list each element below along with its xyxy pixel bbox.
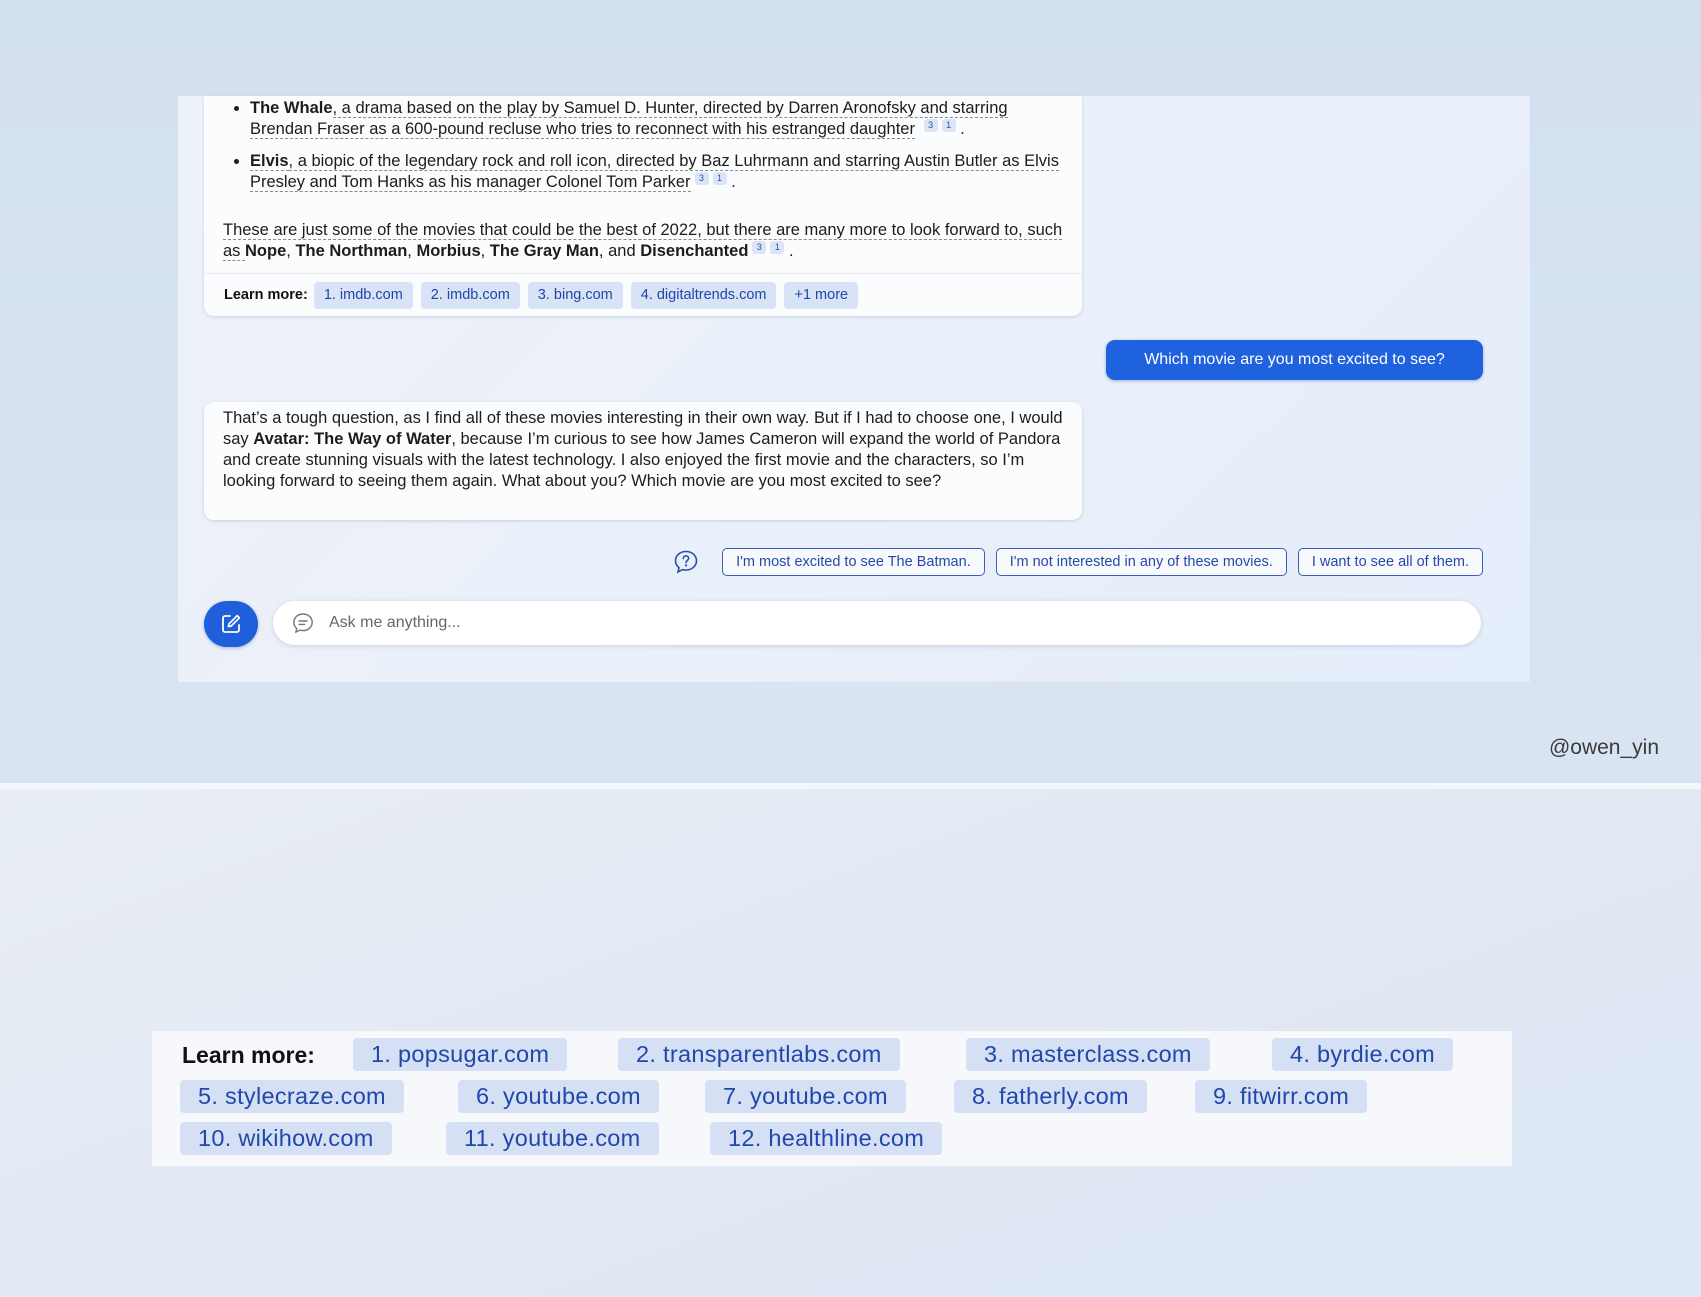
movie-title: Nope: [245, 242, 287, 260]
bot-response-answer: That’s a tough question, as I find all o…: [204, 402, 1082, 520]
list-item: The Whale, a drama based on the play by …: [250, 98, 1060, 140]
watermark-handle: @owen_yin: [1548, 736, 1659, 759]
closing-paragraph: These are just some of the movies that c…: [223, 221, 1063, 261]
edit-icon: [222, 614, 241, 633]
citation-badge[interactable]: 1: [712, 172, 727, 185]
source-link[interactable]: 3. bing.com: [527, 281, 623, 309]
source-link[interactable]: 5. stylecraze.com: [180, 1080, 404, 1113]
movie-description[interactable]: , a drama based on the play by Samuel D.…: [250, 99, 1008, 139]
movie-title: Avatar: The Way of Water: [253, 430, 452, 448]
user-message: Which movie are you most excited to see?: [1106, 340, 1483, 380]
source-link[interactable]: 6. youtube.com: [458, 1080, 659, 1113]
source-link[interactable]: 12. healthline.com: [710, 1122, 943, 1155]
citation-badge[interactable]: 3: [923, 119, 938, 132]
source-link[interactable]: 9. fitwirr.com: [1195, 1080, 1368, 1113]
source-link[interactable]: 7. youtube.com: [705, 1080, 906, 1113]
answer-text: That’s a tough question, as I find all o…: [223, 408, 1068, 492]
conjunction-text: , and: [598, 242, 641, 260]
source-link[interactable]: 4. digitaltrends.com: [630, 281, 777, 309]
new-topic-button[interactable]: [204, 601, 258, 647]
movie-title: The Gray Man: [489, 242, 599, 260]
chat-panel: The Whale, a drama based on the play by …: [178, 96, 1530, 682]
chat-input[interactable]: [327, 613, 1431, 633]
movie-title: Elvis: [250, 152, 289, 171]
bot-response-movies: The Whale, a drama based on the play by …: [204, 96, 1082, 316]
source-link[interactable]: 1. popsugar.com: [353, 1038, 568, 1071]
movie-title: The Northman: [295, 242, 408, 260]
source-link[interactable]: 3. masterclass.com: [966, 1038, 1210, 1071]
source-link[interactable]: 2. transparentlabs.com: [618, 1038, 900, 1071]
learn-more-label: Learn more:: [224, 286, 308, 303]
movie-title: Disenchanted: [640, 242, 749, 260]
chat-bubble-icon: [293, 613, 313, 634]
question-bubble-icon: [674, 550, 698, 574]
learn-more-row: Learn more: 1. imdb.com 2. imdb.com 3. b…: [204, 273, 1082, 316]
source-link[interactable]: 4. byrdie.com: [1272, 1038, 1453, 1071]
suggestion-chip[interactable]: I'm not interested in any of these movie…: [995, 548, 1287, 576]
source-link[interactable]: 1. imdb.com: [313, 281, 413, 309]
more-sources-button[interactable]: +1 more: [784, 281, 859, 309]
source-link[interactable]: 11. youtube.com: [446, 1122, 659, 1155]
source-link[interactable]: 10. wikihow.com: [180, 1122, 392, 1155]
suggestion-row: I'm most excited to see The Batman. I'm …: [673, 548, 1483, 576]
suggestion-chip[interactable]: I'm most excited to see The Batman.: [722, 548, 985, 576]
movie-list: The Whale, a drama based on the play by …: [204, 98, 1060, 204]
chat-input-box[interactable]: [273, 601, 1481, 645]
source-link[interactable]: 8. fatherly.com: [954, 1080, 1147, 1113]
suggestion-chip[interactable]: I want to see all of them.: [1297, 548, 1483, 576]
learn-more-label: Learn more:: [182, 1042, 315, 1068]
citation-badge[interactable]: 3: [752, 241, 767, 254]
list-item: Elvis, a biopic of the legendary rock an…: [250, 151, 1060, 193]
movie-title: The Whale: [250, 99, 333, 117]
movie-title: Morbius: [416, 242, 481, 260]
learn-more-panel-large: Learn more: 1. popsugar.com 2. transpare…: [152, 1031, 1512, 1166]
citation-badge[interactable]: 1: [941, 119, 956, 132]
movie-description[interactable]: , a biopic of the legendary rock and rol…: [250, 152, 1059, 192]
source-link[interactable]: 2. imdb.com: [420, 281, 520, 309]
citation-badge[interactable]: 3: [694, 172, 709, 185]
citation-badge[interactable]: 1: [770, 241, 785, 254]
